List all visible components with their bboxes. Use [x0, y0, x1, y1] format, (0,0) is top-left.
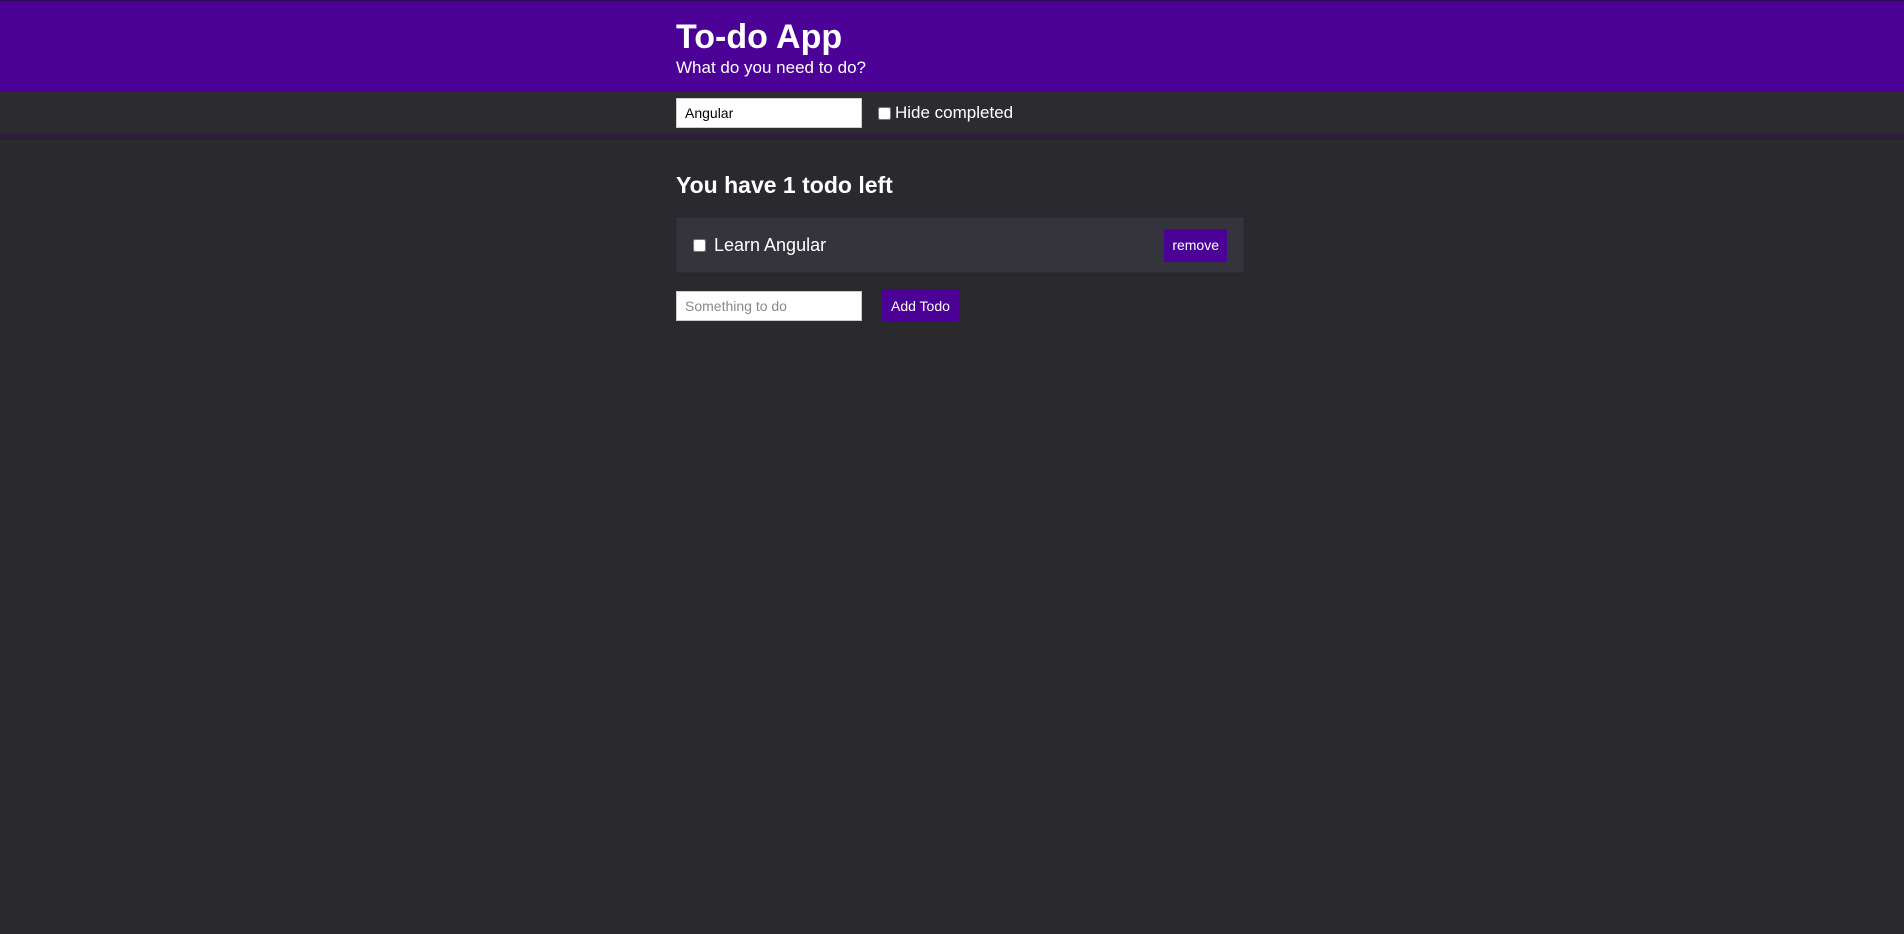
- todo-count-heading: You have 1 todo left: [676, 172, 893, 198]
- app-subtitle: What do you need to do?: [676, 58, 866, 77]
- hide-completed-label: Hide completed: [895, 103, 1014, 122]
- app-title: To-do App: [676, 18, 843, 56]
- header-container: To-do App What do you need to do?: [676, 1, 1244, 78]
- todo-item: Learn Angular remove: [676, 217, 1244, 273]
- add-todo-row: Add Todo: [676, 289, 1244, 322]
- filter-container: Hide completed: [676, 92, 1244, 134]
- add-todo-button[interactable]: Add Todo: [882, 289, 959, 322]
- new-todo-input[interactable]: [676, 290, 862, 321]
- todo-item-checkbox[interactable]: [693, 238, 706, 252]
- hide-completed-checkbox[interactable]: [878, 106, 891, 120]
- todo-item-label: Learn Angular: [714, 234, 827, 255]
- main-container: You have 1 todo left Learn Angular remov…: [676, 140, 1244, 322]
- filter-input[interactable]: [676, 98, 862, 128]
- remove-button[interactable]: remove: [1164, 228, 1227, 262]
- app-header: To-do App What do you need to do?: [0, 1, 1904, 92]
- filter-bar: Hide completed: [0, 92, 1904, 140]
- todo-list: Learn Angular remove: [676, 217, 1244, 273]
- hide-completed-toggle[interactable]: Hide completed: [878, 103, 1013, 123]
- main-content: You have 1 todo left Learn Angular remov…: [0, 140, 1904, 322]
